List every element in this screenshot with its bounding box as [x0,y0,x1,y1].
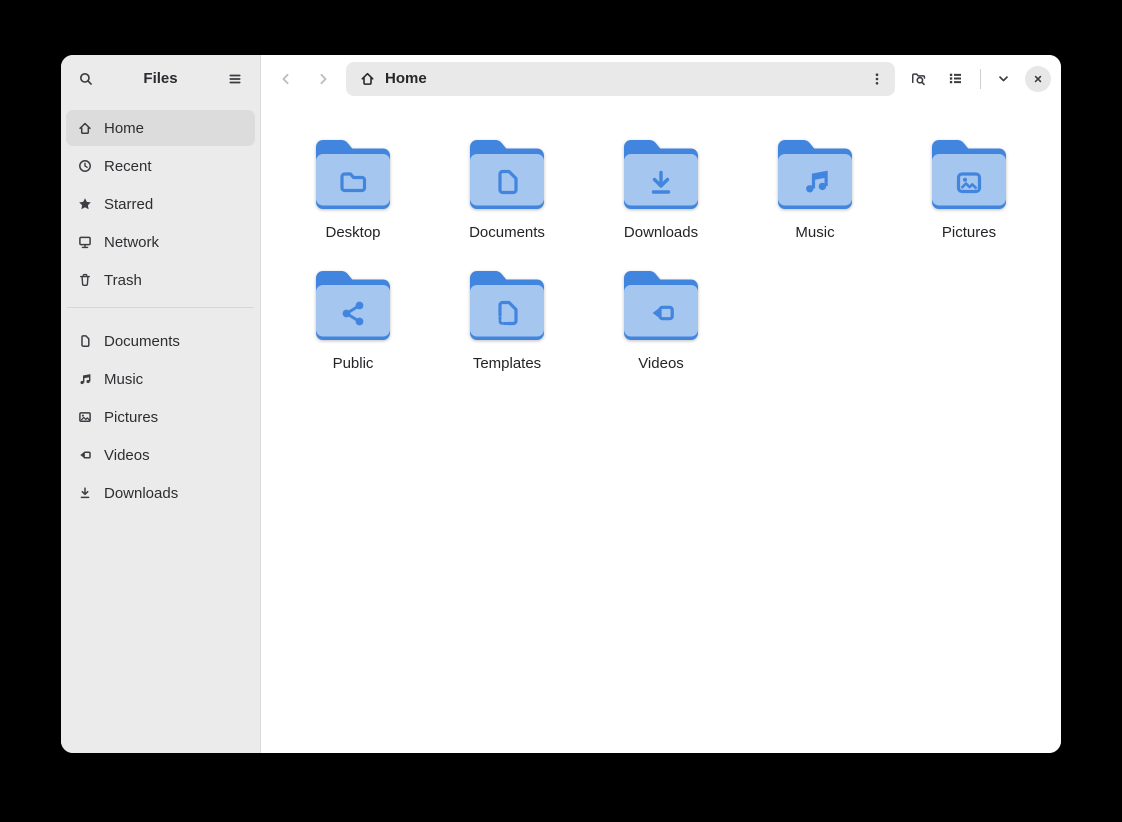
folder-label: Videos [638,355,684,372]
main-pane: Home Desktop [261,55,1061,753]
sidebar-item-downloads[interactable]: Downloads [66,475,255,511]
sidebar-item-starred[interactable]: Starred [66,186,255,222]
sidebar-item-label: Downloads [104,485,178,502]
folder-icon [929,135,1009,215]
search-everywhere-button[interactable] [904,65,932,93]
sidebar-item-home[interactable]: Home [66,110,255,146]
folder-item-downloads[interactable]: Downloads [591,130,731,241]
app-title: Files [104,70,217,87]
star-icon [77,196,93,212]
sidebar-item-label: Network [104,234,159,251]
chevron-left-icon [278,71,294,87]
network-icon [77,234,93,250]
folder-icon [775,135,855,215]
folder-grid: Desktop Documents Downloads Music [261,102,1061,753]
folder-icon [313,135,393,215]
path-bar[interactable]: Home [346,62,895,96]
view-options-button[interactable] [992,65,1014,93]
forward-button[interactable] [309,65,337,93]
chevron-right-icon [315,71,331,87]
files-window: Files Home Recent Starred Network Trash … [61,55,1061,753]
hamburger-icon [227,71,243,87]
sidebar-item-label: Home [104,120,144,137]
file-icon [77,333,93,349]
folder-search-icon [910,70,927,87]
main-menu-button[interactable] [221,65,249,93]
folder-item-templates[interactable]: Templates [437,261,577,372]
sidebar-item-documents[interactable]: Documents [66,323,255,359]
sidebar-item-pictures[interactable]: Pictures [66,399,255,435]
location-menu-button[interactable] [864,66,890,92]
sidebar-item-label: Trash [104,272,142,289]
sidebar-item-label: Videos [104,447,150,464]
sidebar-places-list: Home Recent Starred Network Trash [61,102,260,300]
folder-label: Downloads [624,224,698,241]
home-icon [359,70,376,87]
folder-item-public[interactable]: Public [283,261,423,372]
close-icon [1031,72,1045,86]
folder-label: Desktop [325,224,380,241]
video-icon [77,447,93,463]
sidebar-item-label: Recent [104,158,152,175]
folder-item-desktop[interactable]: Desktop [283,130,423,241]
folder-label: Templates [473,355,541,372]
folder-item-pictures[interactable]: Pictures [899,130,1039,241]
folder-icon [621,135,701,215]
folder-item-music[interactable]: Music [745,130,885,241]
folder-label: Music [795,224,834,241]
sidebar-item-music[interactable]: Music [66,361,255,397]
chevron-down-icon [996,71,1011,86]
folder-icon [467,266,547,346]
folder-icon [467,135,547,215]
trash-icon [77,272,93,288]
sidebar-item-recent[interactable]: Recent [66,148,255,184]
download-icon [77,485,93,501]
sidebar-divider [67,307,254,308]
current-location-label: Home [385,70,855,87]
back-button[interactable] [272,65,300,93]
folder-icon [621,266,701,346]
folder-icon [313,266,393,346]
desktop-background: { "app": { "name": "Files" }, "colors": … [0,0,1122,822]
clock-icon [77,158,93,174]
home-icon [77,120,93,136]
image-icon [77,409,93,425]
sidebar-bookmarks-list: Documents Music Pictures Videos Download… [61,315,260,513]
close-window-button[interactable] [1025,66,1051,92]
sidebar-item-label: Music [104,371,143,388]
sidebar-item-videos[interactable]: Videos [66,437,255,473]
folder-label: Public [333,355,374,372]
list-view-icon [947,70,964,87]
sidebar-item-label: Pictures [104,409,158,426]
sidebar-item-label: Documents [104,333,180,350]
search-button[interactable] [72,65,100,93]
folder-label: Pictures [942,224,996,241]
sidebar-item-label: Starred [104,196,153,213]
sidebar-header: Files [61,55,260,102]
music-icon [77,371,93,387]
list-view-toggle-button[interactable] [941,65,969,93]
sidebar: Files Home Recent Starred Network Trash … [61,55,261,753]
search-icon [78,71,94,87]
kebab-menu-icon [869,71,885,87]
folder-item-videos[interactable]: Videos [591,261,731,372]
folder-label: Documents [469,224,545,241]
folder-item-documents[interactable]: Documents [437,130,577,241]
header-bar: Home [261,55,1061,102]
sidebar-item-network[interactable]: Network [66,224,255,260]
toolbar-separator [980,69,981,89]
sidebar-item-trash[interactable]: Trash [66,262,255,298]
